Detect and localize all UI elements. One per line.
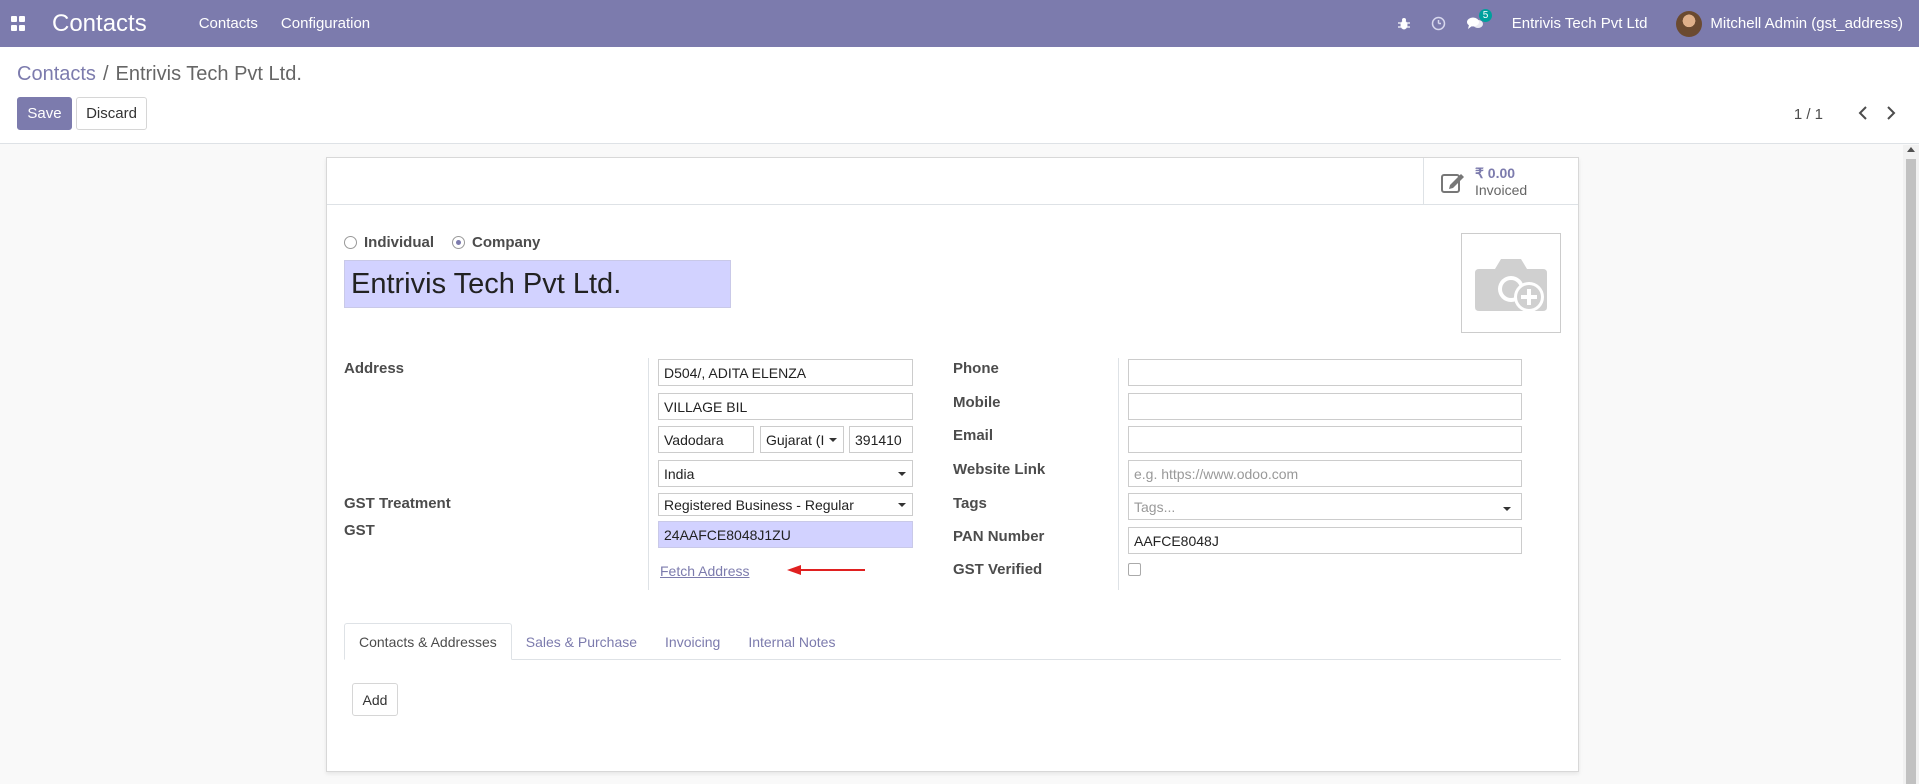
tab-internal-notes[interactable]: Internal Notes <box>734 623 849 660</box>
invoiced-stat-button[interactable]: ₹ 0.00 Invoiced <box>1423 158 1578 205</box>
individual-label[interactable]: Individual <box>364 234 434 251</box>
street-input[interactable]: D504/, ADITA ELENZA <box>658 359 913 386</box>
country-dropdown-icon <box>898 472 906 476</box>
vertical-scrollbar[interactable] <box>1903 145 1919 784</box>
menu-item-contacts[interactable]: Contacts <box>199 15 258 32</box>
state-select[interactable]: Gujarat (I <box>760 426 844 453</box>
company-switcher[interactable]: Entrivis Tech Pvt Ltd <box>1512 15 1648 32</box>
state-value: Gujarat (I <box>766 431 825 448</box>
phone-input[interactable] <box>1128 359 1522 386</box>
menu-item-configuration[interactable]: Configuration <box>281 15 370 32</box>
navbar-systray: 5 Entrivis Tech Pvt Ltd Mitchell Admin (… <box>1377 0 1903 47</box>
add-contact-button[interactable]: Add <box>352 683 398 716</box>
gst-label: GST <box>344 522 375 539</box>
main-menu: Contacts Configuration <box>199 15 370 32</box>
tab-sales-purchase[interactable]: Sales & Purchase <box>512 623 651 660</box>
invoiced-label: Invoiced <box>1475 181 1528 198</box>
city-input[interactable]: Vadodara <box>658 426 754 453</box>
country-value: India <box>664 465 695 482</box>
pan-number-input[interactable]: AAFCE8048J <box>1128 527 1522 554</box>
mobile-input[interactable] <box>1128 393 1522 420</box>
message-count-badge: 5 <box>1478 9 1493 22</box>
camera-plus-icon <box>1475 259 1547 312</box>
stat-text: ₹ 0.00 Invoiced <box>1475 165 1527 199</box>
control-panel: Contacts / Entrivis Tech Pvt Ltd. Save Dis… <box>0 47 1919 144</box>
tab-invoicing[interactable]: Invoicing <box>651 623 734 660</box>
button-box: ₹ 0.00 Invoiced <box>327 158 1578 205</box>
gst-verified-label: GST Verified <box>953 561 1043 578</box>
address-label: Address <box>344 360 405 377</box>
website-label: Website Link <box>953 461 1046 478</box>
user-menu[interactable]: Mitchell Admin (gst_address) <box>1710 15 1903 32</box>
gst-input[interactable]: 24AAFCE8048J1ZU <box>658 521 913 548</box>
notebook-tabs: Contacts & Addresses Sales & Purchase In… <box>344 623 1561 660</box>
tags-input[interactable]: Tags... <box>1128 493 1522 520</box>
tags-dropdown-icon <box>1503 507 1511 511</box>
company-label[interactable]: Company <box>472 234 540 251</box>
pan-number-label: PAN Number <box>953 528 1045 545</box>
bug-icon[interactable] <box>1397 17 1411 31</box>
top-navbar: Contacts Contacts Configuration 5 Entriv… <box>0 0 1919 47</box>
zip-input[interactable]: 391410 <box>849 426 913 453</box>
breadcrumb-separator: / <box>102 63 109 85</box>
email-input[interactable] <box>1128 426 1522 453</box>
image-upload[interactable] <box>1461 233 1561 333</box>
state-dropdown-icon <box>829 438 837 442</box>
gst-treatment-label: GST Treatment <box>344 495 451 512</box>
messages-icon[interactable]: 5 <box>1466 9 1493 31</box>
company-type-radio: Individual Company <box>344 234 540 251</box>
email-label: Email <box>953 427 994 444</box>
clock-icon[interactable] <box>1431 16 1446 31</box>
scroll-up-icon[interactable] <box>1907 147 1915 152</box>
tags-label: Tags <box>953 495 987 512</box>
individual-radio[interactable] <box>344 236 357 249</box>
invoiced-amount: ₹ 0.00 <box>1475 164 1516 181</box>
tags-placeholder: Tags... <box>1134 498 1176 515</box>
scroll-thumb[interactable] <box>1906 159 1916 784</box>
street2-input[interactable]: VILLAGE BIL <box>658 393 913 420</box>
chevron-left-icon[interactable] <box>1855 105 1871 121</box>
pencil-square-icon <box>1440 169 1466 195</box>
breadcrumb-current: Entrivis Tech Pvt Ltd. <box>115 63 302 85</box>
pager-value: 1 / 1 <box>1793 106 1823 123</box>
company-radio[interactable] <box>452 236 466 249</box>
breadcrumb: Contacts / Entrivis Tech Pvt Ltd. <box>17 63 302 86</box>
phone-label: Phone <box>953 360 999 377</box>
right-group-divider <box>1118 358 1119 590</box>
company-name-input[interactable]: Entrivis Tech Pvt Ltd. <box>344 260 731 308</box>
gst-treatment-select[interactable]: Registered Business - Regular <box>658 493 913 516</box>
breadcrumb-contacts[interactable]: Contacts <box>17 63 96 85</box>
left-group-divider <box>648 358 649 590</box>
save-button[interactable]: Save <box>17 97 72 130</box>
annotation-arrow-icon <box>787 565 865 575</box>
country-select[interactable]: India <box>658 460 913 487</box>
apps-menu-icon[interactable] <box>11 15 27 32</box>
form-sheet: ₹ 0.00 Invoiced Individual Company Entri… <box>326 157 1579 772</box>
website-input[interactable]: e.g. https://www.odoo.com <box>1128 460 1522 487</box>
mobile-label: Mobile <box>953 394 1001 411</box>
gst-treatment-value: Registered Business - Regular <box>664 496 854 513</box>
discard-button[interactable]: Discard <box>76 97 147 130</box>
app-title[interactable]: Contacts <box>52 10 147 38</box>
gst-verified-checkbox[interactable] <box>1128 563 1141 576</box>
tab-contacts-addresses[interactable]: Contacts & Addresses <box>344 623 512 660</box>
gst-treatment-dropdown-icon <box>898 503 906 507</box>
user-avatar[interactable] <box>1676 10 1703 37</box>
fetch-address-link[interactable]: Fetch Address <box>660 563 750 579</box>
chevron-right-icon[interactable] <box>1883 105 1899 121</box>
